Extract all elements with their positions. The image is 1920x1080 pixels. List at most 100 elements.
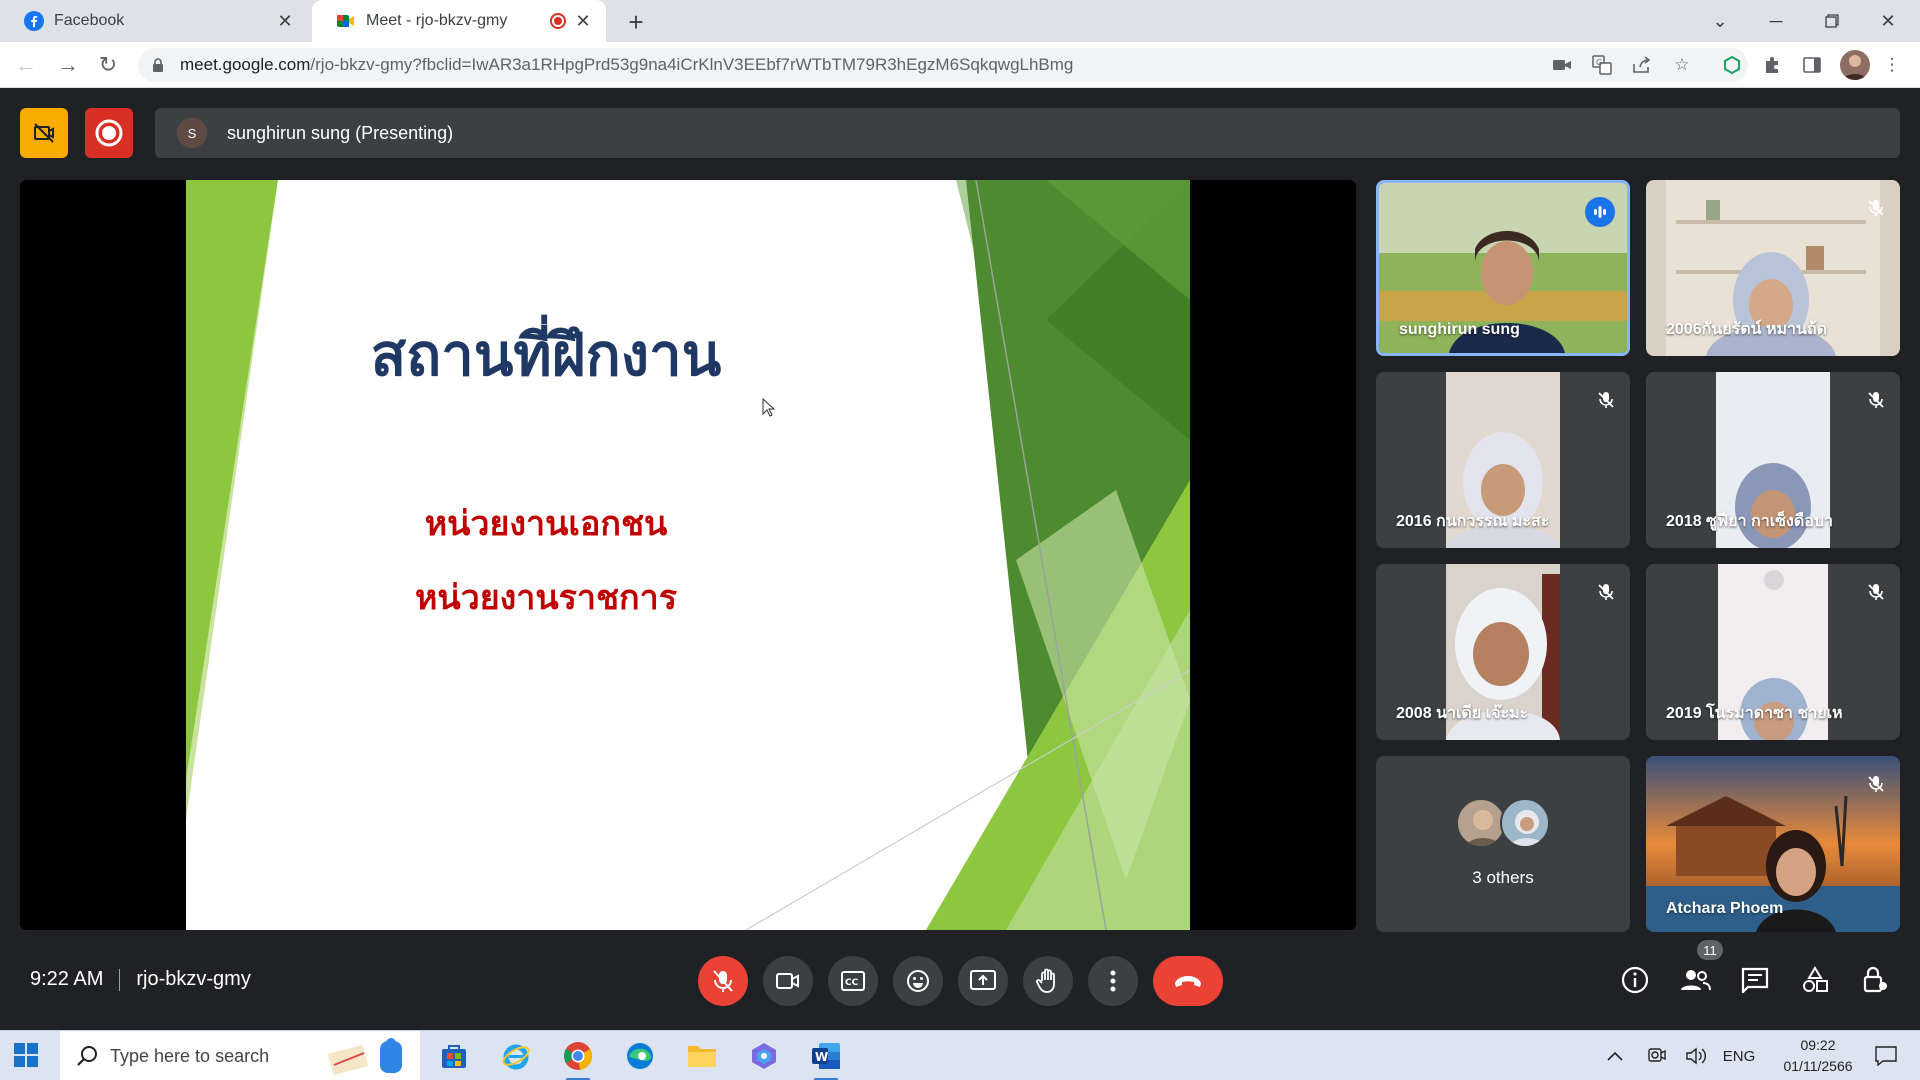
participant-tile[interactable]: 2006กันยรัตน์ หมานถ้ด: [1646, 180, 1900, 356]
bookmark-star-icon[interactable]: ☆: [1670, 53, 1694, 77]
taskbar-search-box[interactable]: Type here to search: [60, 1031, 420, 1080]
new-tab-button[interactable]: +: [622, 7, 650, 37]
tab-search-chevron-icon[interactable]: ⌄: [1692, 0, 1748, 42]
recording-button[interactable]: [85, 108, 133, 158]
browser-toolbar: ← → ↻ meet.google.com/rjo-bkzv-gmy?fbcli…: [0, 42, 1920, 88]
windows-start-icon[interactable]: [14, 1043, 38, 1067]
side-panel-icon[interactable]: [1800, 53, 1824, 77]
url-path: /rjo-bkzv-gmy?fbclid=IwAR3a1RHpgPrd53g9n…: [310, 55, 1074, 74]
participant-name: Atchara Phoem: [1666, 900, 1784, 917]
muted-mic-icon: [1862, 194, 1890, 222]
present-screen-icon: [970, 970, 996, 990]
camera-tray-icon: [1648, 1048, 1666, 1062]
browser-tab-strip: Facebook ✕ Meet - rjo-bkzv-gmy ✕ + ⌄ ─ ✕: [0, 0, 1920, 42]
browser-menu-icon[interactable]: ⋮: [1880, 53, 1904, 77]
camera-icon: [776, 973, 799, 989]
others-tile[interactable]: 3 others: [1376, 756, 1630, 932]
hang-up-icon: [1175, 976, 1201, 987]
captions-button[interactable]: CC: [828, 956, 878, 1006]
back-button[interactable]: ←: [12, 51, 40, 79]
address-bar[interactable]: meet.google.com/rjo-bkzv-gmy?fbclid=IwAR…: [138, 48, 1748, 82]
extensions-puzzle-icon[interactable]: [1760, 53, 1784, 77]
reload-button[interactable]: ↻: [94, 51, 122, 79]
more-options-button[interactable]: [1088, 956, 1138, 1006]
share-icon[interactable]: [1630, 53, 1654, 77]
presentation-slide: สถานที่ฝึกงาน หน่วยงานเอกชน หน่วยงานราชก…: [186, 180, 1190, 930]
record-icon: [95, 119, 123, 147]
forward-button[interactable]: →: [54, 51, 82, 79]
microphone-toggle-button[interactable]: [698, 956, 748, 1006]
others-avatar: [1500, 798, 1550, 848]
people-button[interactable]: [1675, 960, 1715, 1000]
notifications-button[interactable]: [1866, 1031, 1906, 1080]
reactions-button[interactable]: [893, 956, 943, 1006]
svg-text:G: G: [1596, 58, 1602, 67]
taskbar-internet-explorer-icon[interactable]: [492, 1037, 540, 1075]
host-controls-button[interactable]: [1855, 960, 1895, 1000]
extension-shield-icon[interactable]: [1720, 53, 1744, 77]
meeting-info-button[interactable]: [1615, 960, 1655, 1000]
raise-hand-button[interactable]: [1023, 956, 1073, 1006]
svg-text:CC: CC: [845, 978, 859, 988]
meeting-details: 9:22 AM rjo-bkzv-gmy: [30, 968, 251, 991]
slide-decoration: [186, 180, 1190, 930]
tab-close-icon[interactable]: ✕: [274, 10, 296, 32]
meet-now-tray-icon[interactable]: [1640, 1031, 1672, 1080]
search-placeholder: Type here to search: [110, 1045, 270, 1066]
input-language-indicator[interactable]: ENG: [1718, 1031, 1760, 1080]
maximize-button[interactable]: [1804, 0, 1860, 42]
mouse-cursor-icon: [762, 398, 776, 417]
more-vert-icon: [1110, 970, 1116, 992]
participant-name: sunghirun sung: [1399, 321, 1520, 338]
camera-toggle-button[interactable]: [763, 956, 813, 1006]
minimize-button[interactable]: ─: [1748, 0, 1804, 42]
participant-tile[interactable]: 2008 นาเดีย เจ๊ะมะ: [1376, 564, 1630, 740]
chevron-up-icon: [1607, 1051, 1623, 1061]
presenting-banner[interactable]: S sunghirun sung (Presenting): [155, 108, 1900, 158]
camera-in-use-icon[interactable]: [1550, 53, 1574, 77]
participant-tile[interactable]: 2018 ซูฟียา กาเซ็งดือบา: [1646, 372, 1900, 548]
taskbar-chrome-icon[interactable]: [554, 1037, 602, 1080]
show-hidden-icons-button[interactable]: [1600, 1031, 1630, 1080]
slide-line-2: หน่วยงานราชการ: [415, 578, 677, 618]
taskbar-word-icon[interactable]: W: [802, 1037, 850, 1080]
muted-mic-icon: [1862, 386, 1890, 414]
close-window-button[interactable]: ✕: [1860, 0, 1916, 42]
restore-icon: [1825, 14, 1839, 28]
presentation-stage[interactable]: สถานที่ฝึกงาน หน่วยงานเอกชน หน่วยงานราชก…: [20, 180, 1356, 930]
tab-meet[interactable]: Meet - rjo-bkzv-gmy ✕: [312, 0, 606, 42]
search-icon: [77, 1046, 97, 1066]
meet-window: S sunghirun sung (Presenting) สถานที่ฝึก…: [0, 88, 1920, 1030]
participant-tile[interactable]: 2019 โนรมาดาซา ชายเห: [1646, 564, 1900, 740]
tab-facebook[interactable]: Facebook ✕: [0, 0, 308, 42]
taskbar-store-icon[interactable]: [430, 1037, 478, 1075]
taskbar-edge-icon[interactable]: [616, 1037, 664, 1075]
chat-icon: [1741, 967, 1769, 993]
participant-name: 2006กันยรัตน์ หมานถ้ด: [1666, 321, 1828, 338]
google-meet-icon: [337, 15, 354, 27]
muted-mic-icon: [1862, 770, 1890, 798]
taskbar-clock[interactable]: 09:22 01/11/2566: [1770, 1035, 1866, 1077]
hand-icon: [1036, 968, 1055, 993]
profile-avatar[interactable]: [1840, 50, 1870, 80]
muted-mic-icon: [1592, 578, 1620, 606]
camera-off-icon: [34, 123, 54, 143]
people-icon: [1681, 970, 1711, 991]
chat-button[interactable]: [1735, 960, 1775, 1000]
recording-indicator-icon: [550, 13, 566, 29]
participant-name: 2016 กนกวรรณ มะสะ: [1396, 513, 1550, 530]
no-recording-badge[interactable]: [20, 108, 68, 158]
tab-close-icon[interactable]: ✕: [572, 10, 594, 32]
translate-icon[interactable]: G: [1590, 53, 1614, 77]
taskbar-power-automate-icon[interactable]: [740, 1037, 788, 1075]
volume-button[interactable]: [1680, 1031, 1712, 1080]
participant-tile[interactable]: 2016 กนกวรรณ มะสะ: [1376, 372, 1630, 548]
others-avatar: [1456, 798, 1506, 848]
taskbar-file-explorer-icon[interactable]: [678, 1037, 726, 1075]
leave-call-button[interactable]: [1153, 956, 1223, 1006]
participant-name: 2019 โนรมาดาซา ชายเห: [1666, 705, 1843, 722]
present-now-button[interactable]: [958, 956, 1008, 1006]
activities-button[interactable]: [1795, 960, 1835, 1000]
participant-tile[interactable]: Atchara Phoem: [1646, 756, 1900, 932]
participant-tile[interactable]: sunghirun sung: [1376, 180, 1630, 356]
